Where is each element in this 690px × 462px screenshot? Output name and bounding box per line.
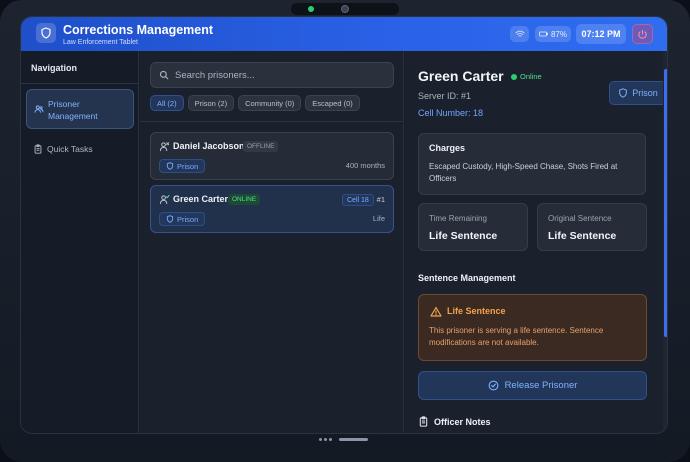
time-remaining-label: Time Remaining [429,214,487,223]
sentence-management-title: Sentence Management [418,273,516,283]
app-title: Corrections Management [63,23,214,37]
prisoner-list-pane: All (2) Prison (2) Community (0) Escaped… [140,51,404,433]
tablet-screen: Corrections Management Law Enforcement T… [20,16,668,434]
online-indicator: Online [511,72,542,81]
original-sentence-card: Original Sentence Life Sentence [537,203,647,251]
location-tag-label: Prison [177,214,199,224]
online-label: Online [520,72,542,81]
detail-scrollbar-thumb[interactable] [664,69,667,337]
status-badge: OFFLINE [243,141,279,152]
location-button[interactable]: Prison [609,81,667,105]
search-input[interactable] [175,63,385,87]
original-sentence-label: Original Sentence [548,214,612,223]
warning-text: This prisoner is serving a life sentence… [429,326,604,347]
search-bar [150,62,394,88]
wifi-status [510,26,529,42]
prisoner-name: Green Carter [173,194,229,204]
prisoner-name: Daniel Jacobson [173,141,245,151]
sidebar-item-label: Prisoner Management [48,99,98,121]
camera-lens [341,5,349,13]
app-header: Corrections Management Law Enforcement T… [21,17,667,51]
power-button[interactable] [632,24,653,44]
shield-icon [166,162,174,170]
server-id: Server ID: #1 [418,91,472,101]
filter-community[interactable]: Community (0) [238,95,302,111]
clock: 07:12 PM [576,24,626,44]
charges-title: Charges [429,143,466,153]
sentence-length: 400 months [345,161,385,170]
sentence-length: Life [372,214,385,223]
sidebar-item-prisoner-management[interactable]: Prisoner Management [26,89,134,129]
original-sentence-value: Life Sentence [548,230,617,242]
prisoner-id: #1 [376,195,385,204]
user-icon [159,142,170,152]
tablet-bezel: Corrections Management Law Enforcement T… [0,0,690,462]
cell-number: Cell Number: 18 [418,108,484,118]
location-tag: Prison [159,159,206,173]
status-badge: ONLINE [228,194,261,205]
users-icon [34,105,44,113]
battery-status: 87% [535,26,571,42]
warning-icon [430,306,442,317]
time-remaining-card: Time Remaining Life Sentence [418,203,528,251]
officer-notes-title: Officer Notes [434,416,491,427]
time-remaining-value: Life Sentence [429,230,498,242]
prisoner-card-daniel-jacobson[interactable]: Daniel Jacobson OFFLINE Prison 400 month… [150,132,394,180]
filter-all[interactable]: All (2) [150,95,184,111]
charges-card: Charges Escaped Custody, High-Speed Chas… [418,133,646,195]
officer-notes-header: Officer Notes [418,416,491,427]
sidebar-item-quick-tasks[interactable]: Quick Tasks [26,137,134,161]
camera-indicator-light [308,6,314,12]
home-indicator-bar[interactable] [339,438,368,441]
user-check-icon [159,194,170,205]
filter-chips: All (2) Prison (2) Community (0) Escaped… [150,95,360,111]
life-sentence-warning: Life Sentence This prisoner is serving a… [418,294,647,361]
app-subtitle: Law Enforcement Tablet [63,39,138,46]
shield-icon [36,23,56,43]
warning-title: Life Sentence [447,306,506,316]
sidebar: Navigation Prisoner Management Quick Tas… [21,51,139,433]
shield-icon [166,215,174,223]
list-divider [140,121,404,122]
clipboard-icon [34,144,42,154]
home-indicator-dots [319,438,332,441]
filter-prison[interactable]: Prison (2) [187,95,235,111]
filter-escaped[interactable]: Escaped (0) [305,95,360,111]
location-tag-label: Prison [177,161,199,171]
location-tag: Prison [159,212,206,226]
battery-icon [539,31,548,37]
check-circle-icon [488,380,498,391]
cell-badge: Cell 18 [342,194,374,206]
search-icon [159,70,169,80]
online-dot [511,73,517,80]
prisoner-detail-pane: Green Carter Online Server ID: #1 Cell N… [405,51,667,433]
detail-prisoner-name: Green Carter [418,68,504,84]
battery-percent: 87% [550,29,567,39]
release-button-label: Release Prisoner [504,380,578,391]
charges-text: Escaped Custody, High-Speed Chase, Shots… [429,162,618,183]
clipboard-icon [419,416,428,427]
shield-icon [619,88,628,98]
wifi-icon [515,30,524,37]
location-button-label: Prison [632,88,658,98]
prisoner-card-green-carter[interactable]: Green Carter ONLINE Cell 18 #1 Prison Li… [150,185,394,233]
power-icon [638,29,647,39]
sidebar-divider [21,83,139,84]
sidebar-item-label: Quick Tasks [47,144,93,154]
sidebar-title: Navigation [31,63,78,73]
release-prisoner-button[interactable]: Release Prisoner [418,371,647,400]
